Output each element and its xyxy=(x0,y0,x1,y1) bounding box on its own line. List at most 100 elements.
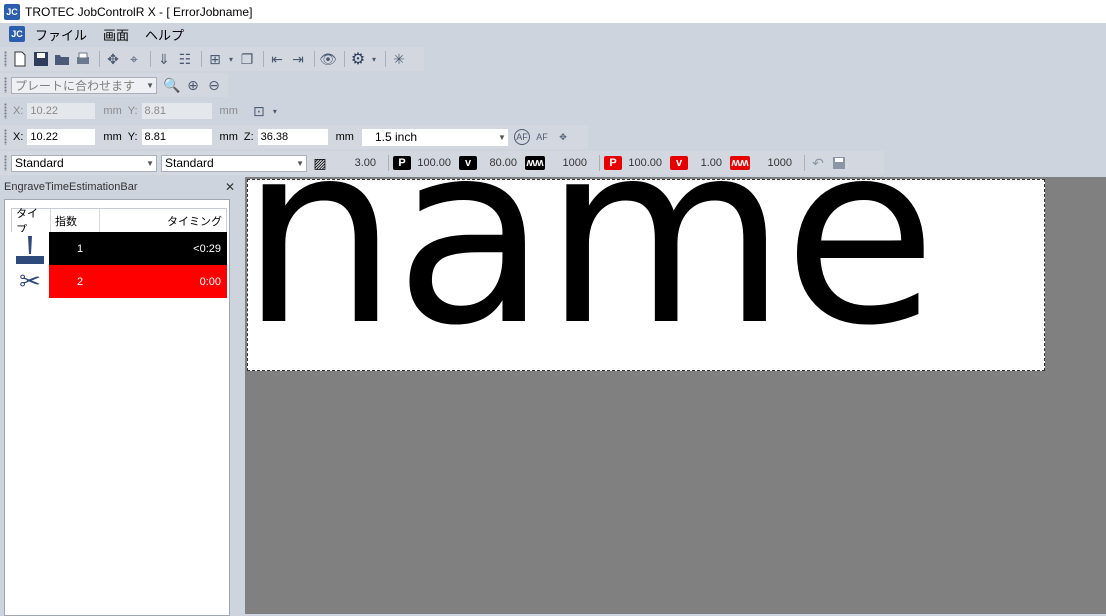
cut-power-value[interactable]: 100.00 xyxy=(626,157,662,169)
zoom-fit-icon[interactable]: 🔍 xyxy=(163,76,181,94)
toolbar-grip[interactable] xyxy=(4,129,7,145)
row-index: 1 xyxy=(77,242,84,255)
panel-title: EngraveTimeEstimationBar xyxy=(4,181,138,193)
download-job-icon[interactable]: ⇓ xyxy=(155,50,173,68)
engrave-frequency-value[interactable]: 1000 xyxy=(549,157,587,169)
zoom-out-icon[interactable]: ⊖ xyxy=(205,76,223,94)
zoom-in-icon[interactable]: ⊕ xyxy=(184,76,202,94)
chevron-down-icon: ▼ xyxy=(498,132,506,142)
column-index[interactable]: 指数 xyxy=(50,209,100,232)
autofocus-icon[interactable]: AF xyxy=(513,129,530,145)
menu-view[interactable]: 画面 xyxy=(103,25,129,44)
row-index: 2 xyxy=(77,275,84,288)
y-label: Y: xyxy=(127,105,138,117)
row-cell: 1 <0:29 xyxy=(49,232,227,265)
toolbar-grip[interactable] xyxy=(4,77,7,93)
save-parameters-icon[interactable] xyxy=(830,154,848,172)
toolbar-separator xyxy=(201,51,202,67)
x-field-disabled[interactable]: 10.22 xyxy=(27,103,96,119)
export-icon[interactable]: ⇥ xyxy=(289,50,307,68)
chevron-down-icon[interactable]: ▾ xyxy=(227,50,235,68)
toolbar-separator xyxy=(150,51,151,67)
window-title: TROTEC JobControlR X - [ ErrorJobname] xyxy=(25,4,253,19)
engrave-power-value[interactable]: 100.00 xyxy=(415,157,451,169)
position-icon[interactable]: ⌖ xyxy=(125,50,143,68)
move-icon[interactable]: ✥ xyxy=(104,50,122,68)
toolbar-separator xyxy=(388,155,389,171)
menu-help[interactable]: ヘルプ xyxy=(145,25,184,44)
import-icon[interactable]: ⇤ xyxy=(268,50,286,68)
estimation-table: タイプ 指数 タイミング 1 <0:29 ✂ 2 0:00 xyxy=(11,208,227,298)
parameter-toolbar: Standard ▼ Standard ▼ ▨ 3.00 P 100.00 v … xyxy=(0,151,884,175)
xyz-move-icon[interactable]: ✥ xyxy=(554,128,572,146)
panel-body: タイプ 指数 タイミング 1 <0:29 ✂ 2 0:00 xyxy=(4,199,230,616)
toolbar-separator xyxy=(599,155,600,171)
toolbar-grip[interactable] xyxy=(4,51,7,67)
z-label: Z: xyxy=(243,131,254,143)
lens-value: 1.5 inch xyxy=(374,130,417,144)
job-plate[interactable]: name xyxy=(247,179,1045,371)
x-label: X: xyxy=(13,105,24,117)
chevron-down-icon: ▼ xyxy=(146,158,154,168)
menu-app-icon[interactable]: JC xyxy=(9,26,25,42)
cut-frequency-icon: ʍʍ xyxy=(730,156,750,170)
gear-icon[interactable]: ⚙ xyxy=(349,50,367,68)
menu-file[interactable]: ファイル xyxy=(35,25,87,44)
toolbar-grip[interactable] xyxy=(4,155,7,171)
toolbar-grip[interactable] xyxy=(4,103,7,119)
panel-header: EngraveTimeEstimationBar ✕ xyxy=(0,177,241,197)
thickness-value[interactable]: 3.00 xyxy=(332,157,376,169)
close-icon[interactable]: ✕ xyxy=(225,180,235,194)
toolbar-separator xyxy=(263,51,264,67)
toolbar-separator xyxy=(385,51,386,67)
open-folder-icon[interactable] xyxy=(53,50,71,68)
chevron-down-icon[interactable]: ▾ xyxy=(271,102,279,120)
focus-offset-icon[interactable]: AF xyxy=(533,128,551,146)
zoom-toolbar: プレートに合わせます ▼ 🔍 ⊕ ⊖ xyxy=(0,73,228,97)
chevron-down-icon[interactable]: ▾ xyxy=(370,50,378,68)
main-toolbar: ✥ ⌖ ⇓ ☷ ⊞ ▾ ❐ ⇤ ⇥ 👁 ⚙ ▾ ✳ xyxy=(0,47,424,71)
engrave-frequency-icon: ʍʍ xyxy=(525,156,545,170)
cut-frequency-value[interactable]: 1000 xyxy=(754,157,792,169)
toolbar-separator xyxy=(99,51,100,67)
engraving-text[interactable]: name xyxy=(248,180,937,360)
table-header: タイプ 指数 タイミング xyxy=(11,208,227,236)
chevron-down-icon: ▼ xyxy=(146,80,154,90)
stack-icon[interactable]: ❐ xyxy=(238,50,256,68)
x-field[interactable]: 10.22 xyxy=(27,129,96,145)
z-field[interactable]: 36.38 xyxy=(257,129,328,145)
work-area[interactable]: name xyxy=(245,177,1106,614)
table-row[interactable]: 1 <0:29 xyxy=(11,232,227,265)
add-job-icon[interactable]: ⊞ xyxy=(206,50,224,68)
y-field[interactable]: 8.81 xyxy=(141,129,212,145)
engrave-speed-value[interactable]: 80.00 xyxy=(481,157,517,169)
align-icon[interactable]: ⊡ xyxy=(250,102,268,120)
save-icon[interactable] xyxy=(32,50,50,68)
z-unit: mm xyxy=(335,131,354,143)
thickness-icon[interactable]: ▨ xyxy=(311,154,329,172)
print-icon[interactable] xyxy=(74,50,92,68)
material-select-1[interactable]: Standard ▼ xyxy=(11,154,157,172)
scissors-icon: ✂ xyxy=(11,265,49,298)
new-file-icon[interactable] xyxy=(11,50,29,68)
undo-icon[interactable]: ↶ xyxy=(809,154,827,172)
material-value-2: Standard xyxy=(165,156,214,170)
lens-select[interactable]: 1.5 inch ▼ xyxy=(361,128,508,146)
table-row[interactable]: ✂ 2 0:00 xyxy=(11,265,227,298)
row-time: <0:29 xyxy=(193,242,221,255)
title-bar: JC TROTEC JobControlR X - [ ErrorJobname… xyxy=(0,0,1106,23)
material-select-2[interactable]: Standard ▼ xyxy=(161,154,307,172)
toolbar-separator xyxy=(804,155,805,171)
eye-icon[interactable]: 👁 xyxy=(319,50,337,68)
toolbar-separator xyxy=(314,51,315,67)
y-field-disabled[interactable]: 8.81 xyxy=(141,103,212,119)
cut-speed-value[interactable]: 1.00 xyxy=(692,157,722,169)
engrave-speed-icon: v xyxy=(459,156,477,170)
laser-icon[interactable]: ✳ xyxy=(390,50,408,68)
column-timing[interactable]: タイミング xyxy=(100,213,226,229)
zoom-mode-select[interactable]: プレートに合わせます ▼ xyxy=(11,76,157,94)
engrave-power-icon: P xyxy=(393,156,411,170)
job-list-icon[interactable]: ☷ xyxy=(176,50,194,68)
y-label: Y: xyxy=(127,131,138,143)
position-toolbar: X: 10.22 mm Y: 8.81 mm Z: 36.38 mm 1.5 i… xyxy=(0,125,588,149)
